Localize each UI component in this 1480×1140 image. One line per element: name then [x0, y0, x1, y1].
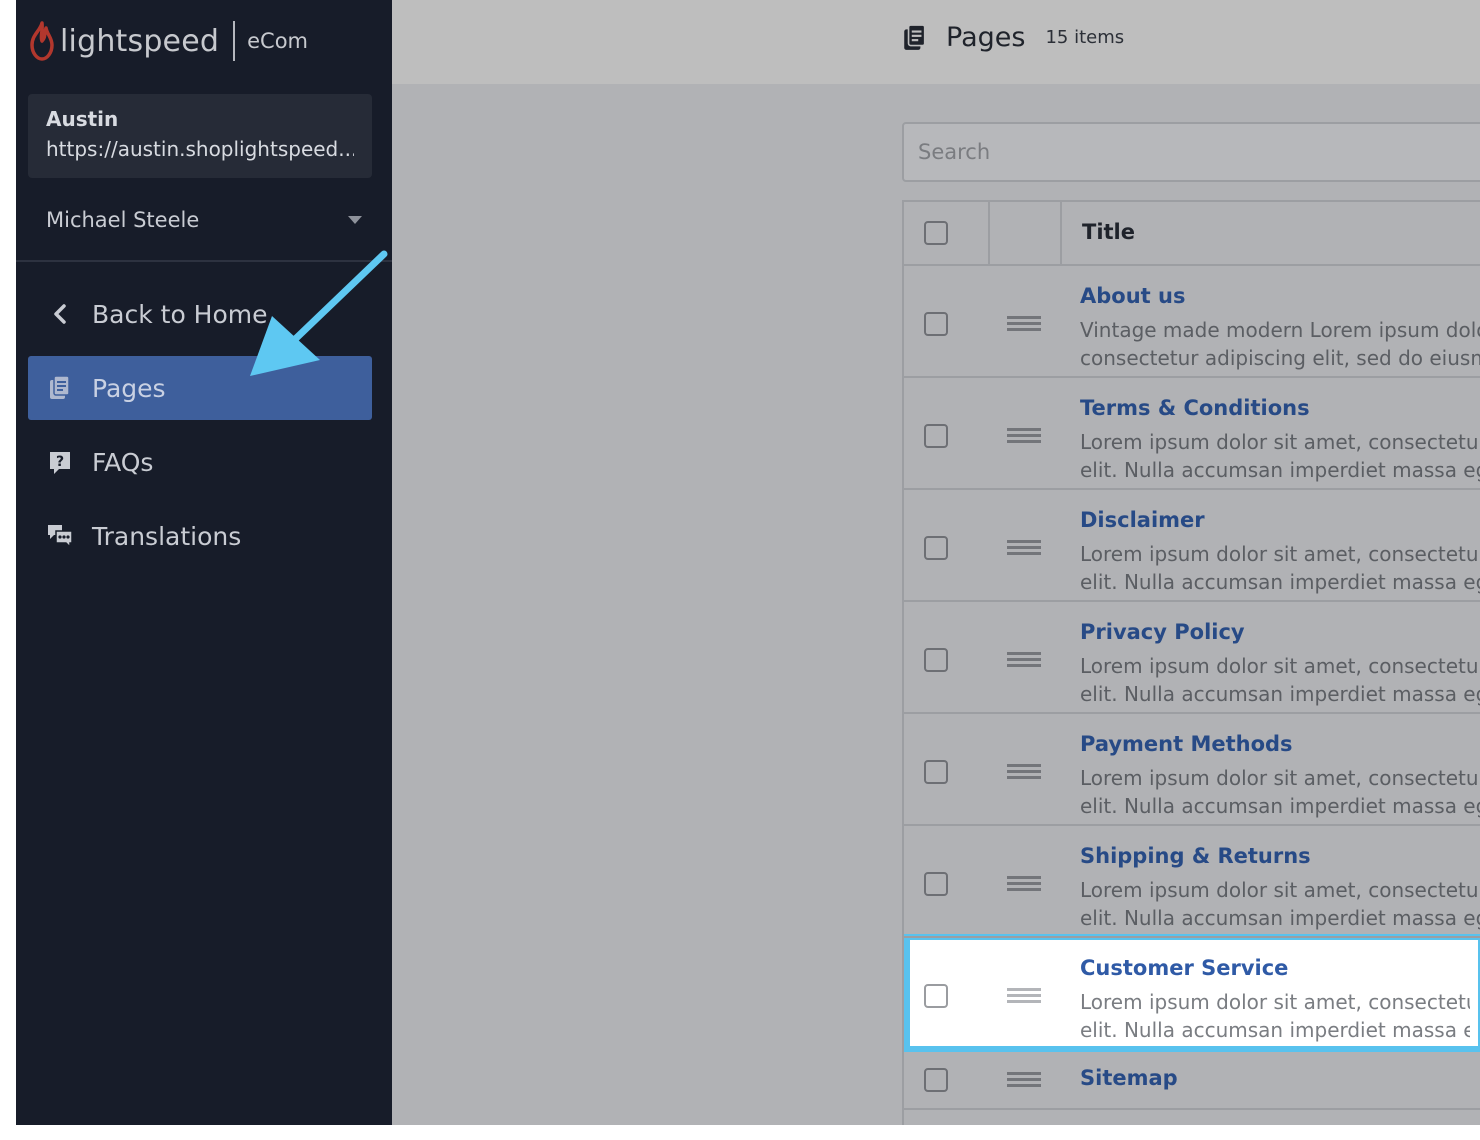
brand-logo[interactable]: lightspeed eCom [28, 18, 308, 64]
table-row[interactable]: Sitemap [904, 1054, 1480, 1110]
drag-handle-icon[interactable] [1007, 988, 1041, 1004]
row-checkbox[interactable] [924, 648, 948, 672]
pages-table: Title About us Vintage made modern Lorem… [902, 200, 1480, 1125]
pages-icon [46, 374, 74, 402]
row-description: Lorem ipsum dolor sit amet, consectetur … [1080, 428, 1480, 484]
svg-text:?: ? [56, 454, 64, 470]
row-description-line: Lorem ipsum dolor sit amet, consectetur [1080, 990, 1470, 1014]
annotation-arrow-icon [250, 250, 388, 376]
drag-handle-icon[interactable] [1007, 1072, 1041, 1088]
page-title-group: Pages 15 items [902, 22, 1124, 53]
row-description-line: Vintage made modern Lorem ipsum dolor [1080, 318, 1480, 342]
brand-product: eCom [247, 29, 309, 53]
row-description-line: elit. Nulla accumsan imperdiet massa ege [1080, 1018, 1470, 1042]
drag-handle-icon[interactable] [1007, 876, 1041, 892]
sidebar-item-label: FAQs [92, 447, 154, 477]
row-description: Vintage made modern Lorem ipsum dolor con… [1080, 316, 1480, 372]
row-checkbox[interactable] [924, 1068, 948, 1092]
table-row[interactable]: Shipping & Returns Lorem ipsum dolor sit… [904, 826, 1480, 938]
row-title-link[interactable]: Customer Service [1080, 956, 1288, 980]
row-description-line: Lorem ipsum dolor sit amet, consectetur … [1080, 542, 1480, 566]
question-icon: ? [46, 448, 74, 476]
row-description: Lorem ipsum dolor sit amet, consectetur e… [1080, 988, 1470, 1044]
row-description-line: Lorem ipsum dolor sit amet, consectetur … [1080, 430, 1480, 454]
sidebar-item-label: Pages [92, 373, 166, 403]
select-all-cell [904, 202, 990, 264]
select-all-checkbox[interactable] [924, 221, 948, 245]
row-description-line: elit. Nulla accumsan imperdiet massa ege… [1080, 570, 1480, 594]
row-description: Lorem ipsum dolor sit amet, consectetur … [1080, 540, 1480, 596]
row-title-link[interactable]: Payment Methods [1080, 732, 1293, 756]
row-checkbox[interactable] [924, 424, 948, 448]
row-title-link[interactable]: Privacy Policy [1080, 620, 1245, 644]
sidebar: lightspeed eCom Austin https://austin.sh… [16, 0, 392, 1125]
table-row[interactable]: Terms & Conditions Lorem ipsum dolor sit… [904, 378, 1480, 490]
table-row[interactable]: Privacy Policy Lorem ipsum dolor sit ame… [904, 602, 1480, 714]
row-description: Lorem ipsum dolor sit amet, consectetur … [1080, 764, 1480, 820]
row-checkbox[interactable] [924, 984, 948, 1008]
row-description: Lorem ipsum dolor sit amet, consectetur … [1080, 652, 1480, 708]
row-title-link[interactable]: Shipping & Returns [1080, 844, 1311, 868]
pages-icon [904, 23, 926, 50]
drag-handle-icon[interactable] [1007, 428, 1041, 444]
drag-handle-icon[interactable] [1007, 540, 1041, 556]
row-description-line: elit. Nulla accumsan imperdiet massa ege… [1080, 794, 1480, 818]
row-checkbox[interactable] [924, 760, 948, 784]
table-row[interactable]: Payment Methods Lorem ipsum dolor sit am… [904, 714, 1480, 826]
search-input[interactable]: Search [902, 122, 1480, 182]
row-description-line: Lorem ipsum dolor sit amet, consectetur … [1080, 766, 1480, 790]
drag-handle-icon[interactable] [1007, 316, 1041, 332]
brand-name: lightspeed [60, 23, 220, 59]
row-checkbox[interactable] [924, 536, 948, 560]
store-card[interactable]: Austin https://austin.shoplightspeed.... [28, 94, 372, 178]
row-description-line: Lorem ipsum dolor sit amet, consectetur … [1080, 654, 1480, 678]
row-description-line: elit. Nulla accumsan imperdiet massa ege… [1080, 906, 1480, 930]
store-name: Austin [46, 107, 119, 131]
row-description-line: elit. Nulla accumsan imperdiet massa ege… [1080, 682, 1480, 706]
row-description-line: consectetur adipiscing elit, sed do eius… [1080, 346, 1480, 370]
page-header: Pages 15 items [392, 0, 1480, 84]
user-menu[interactable]: Michael Steele [46, 205, 362, 235]
store-url: https://austin.shoplightspeed.... [46, 137, 354, 161]
table-row-highlighted[interactable]: Customer Service Lorem ipsum dolor sit a… [904, 938, 1480, 1050]
table-row[interactable]: Disclaimer Lorem ipsum dolor sit amet, c… [904, 490, 1480, 602]
sidebar-item-translations[interactable]: Translations [28, 504, 372, 568]
table-header: Title [904, 202, 1480, 266]
row-checkbox[interactable] [924, 872, 948, 896]
row-description: Lorem ipsum dolor sit amet, consectetur … [1080, 876, 1480, 932]
table-row[interactable]: About us Vintage made modern Lorem ipsum… [904, 266, 1480, 378]
column-header-title: Title [1082, 220, 1136, 244]
row-description-line: Lorem ipsum dolor sit amet, consectetur … [1080, 878, 1480, 902]
row-title-link[interactable]: Terms & Conditions [1080, 396, 1310, 420]
user-name: Michael Steele [46, 208, 200, 232]
drag-handle-icon[interactable] [1007, 764, 1041, 780]
row-title-link[interactable]: About us [1080, 284, 1185, 308]
row-title-link[interactable]: Disclaimer [1080, 508, 1205, 532]
drag-handle-icon[interactable] [1007, 652, 1041, 668]
item-count: 15 items [1045, 27, 1125, 48]
row-checkbox[interactable] [924, 312, 948, 336]
sidebar-item-label: Translations [92, 521, 242, 551]
drag-column-header [990, 202, 1062, 264]
brand-separator [233, 21, 236, 61]
chevron-down-icon [348, 216, 362, 224]
sidebar-item-faqs[interactable]: ? FAQs [28, 430, 372, 494]
row-description-line: elit. Nulla accumsan imperdiet massa ege… [1080, 458, 1480, 482]
chat-icon [46, 522, 74, 550]
row-title-link[interactable]: Sitemap [1080, 1066, 1178, 1090]
lightspeed-flame-icon [30, 21, 54, 61]
chevron-left-icon [46, 300, 74, 328]
page-title: Pages [946, 22, 1026, 53]
app-window: lightspeed eCom Austin https://austin.sh… [16, 0, 1480, 1125]
